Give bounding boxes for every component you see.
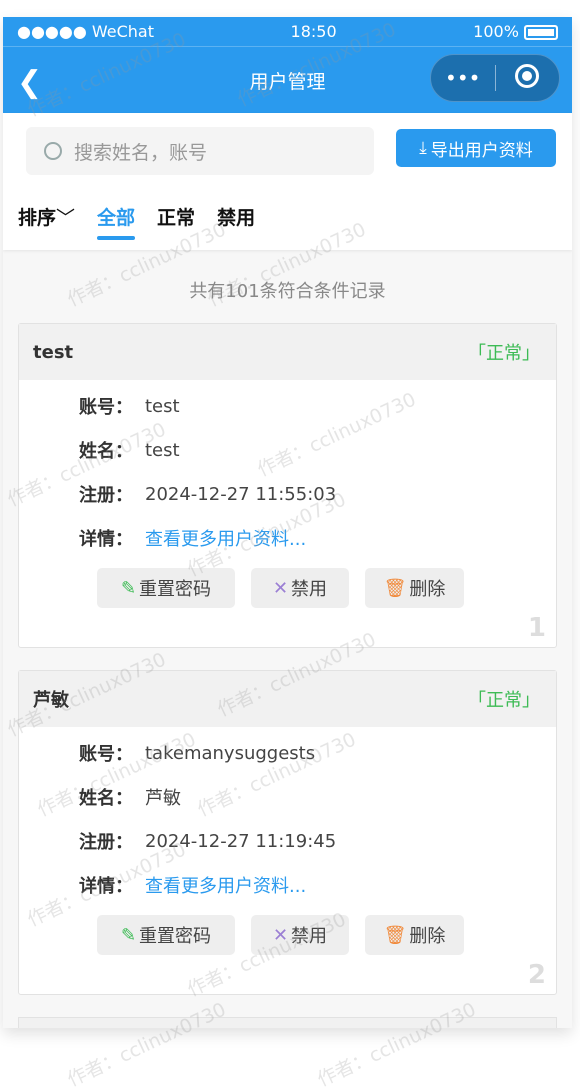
tab-bar: 排序﹀ 全部 正常 禁用 (18, 203, 255, 240)
export-button[interactable]: ⤓ 导出用户资料 (396, 129, 556, 167)
phone-screen: ●●●●● WeChat 18:50 100% ❮ 用户管理 ••• 搜索姓名，… (3, 17, 572, 1028)
trash-icon: 🗑 (383, 577, 407, 599)
record-count: 共有101条符合条件记录 (189, 281, 386, 302)
card-actions: ✎ 重置密码 ✕ 禁用 🗑 删除 (97, 915, 556, 955)
register-value: 2024-12-27 11:19:45 (145, 830, 337, 852)
edit-icon: ✎ (120, 924, 137, 946)
account-label: 账号： (79, 397, 133, 418)
clock: 18:50 (290, 22, 337, 41)
delete-label: 删除 (409, 579, 446, 600)
more-icon[interactable]: ••• (431, 66, 495, 90)
close-icon: ✕ (272, 577, 289, 599)
battery-icon (524, 25, 558, 40)
name-value: test (145, 439, 180, 461)
account-row: 账号： test (79, 384, 556, 428)
account-row: 账号： takemanysuggests (79, 731, 556, 775)
chevron-down-icon: ﹀ (56, 207, 76, 229)
search-icon (44, 142, 62, 160)
status-badge: 「正常」 (468, 343, 540, 364)
carrier-signal: ●●●●● WeChat (17, 22, 155, 41)
export-label: 导出用户资料 (430, 140, 533, 161)
account-value: test (145, 395, 180, 417)
detail-row: 详情： 查看更多用户资料... (79, 863, 556, 907)
card-actions: ✎ 重置密码 ✕ 禁用 🗑 删除 (97, 568, 556, 608)
name-row: 姓名： 芦敏 (79, 775, 556, 819)
status-bar: ●●●●● WeChat 18:50 100% (3, 17, 572, 47)
download-icon: ⤓ (419, 138, 427, 158)
filter-header: 搜索姓名，账号 ⤓ 导出用户资料 排序﹀ 全部 正常 禁用 (3, 113, 572, 250)
ban-button[interactable]: ✕ 禁用 (251, 915, 349, 955)
search-placeholder: 搜索姓名，账号 (74, 141, 208, 164)
tab-normal[interactable]: 正常 (157, 203, 195, 240)
nav-bar: ❮ 用户管理 ••• (3, 47, 572, 113)
card-header: 芦敏 「正常」 (19, 671, 556, 727)
delete-label: 删除 (409, 926, 446, 947)
name-row: 姓名： test (79, 428, 556, 472)
trash-icon: 🗑 (383, 924, 407, 946)
register-row: 注册： 2024-12-27 11:19:45 (79, 819, 556, 863)
reset-label: 重置密码 (139, 579, 212, 600)
battery: 100% (473, 22, 558, 41)
name-value: 芦敏 (145, 788, 181, 809)
register-value: 2024-12-27 11:55:03 (145, 483, 337, 505)
search-input[interactable]: 搜索姓名，账号 (26, 127, 374, 175)
card-index: 2 (527, 960, 546, 990)
battery-percent: 100% (473, 22, 519, 41)
reset-password-button[interactable]: ✎ 重置密码 (97, 568, 235, 608)
target-icon (515, 63, 540, 88)
delete-button[interactable]: 🗑 删除 (365, 568, 464, 608)
detail-link[interactable]: 查看更多用户资料... (145, 872, 306, 898)
account-label: 账号： (79, 744, 133, 765)
account-value: takemanysuggests (145, 742, 316, 764)
ban-button[interactable]: ✕ 禁用 (251, 568, 349, 608)
mini-program-capsule: ••• (430, 54, 560, 102)
edit-icon: ✎ (120, 577, 137, 599)
name-label: 姓名： (79, 441, 133, 462)
ban-label: 禁用 (291, 579, 328, 600)
tab-all[interactable]: 全部 (97, 203, 136, 240)
sort-label: 排序 (18, 207, 57, 229)
name-label: 姓名： (79, 788, 133, 809)
ban-label: 禁用 (291, 926, 328, 947)
detail-link[interactable]: 查看更多用户资料... (145, 525, 306, 551)
register-row: 注册： 2024-12-27 11:55:03 (79, 472, 556, 516)
delete-button[interactable]: 🗑 删除 (365, 915, 464, 955)
user-card-partial (18, 1017, 557, 1028)
detail-label: 详情： (79, 876, 133, 897)
user-card: test 「正常」 账号： test 姓名： test 注册： 2024-12-27 … (18, 323, 557, 648)
reset-password-button[interactable]: ✎ 重置密码 (97, 915, 235, 955)
card-index: 1 (527, 613, 546, 643)
user-title: test (33, 341, 74, 363)
status-badge: 「正常」 (468, 690, 540, 711)
close-icon: ✕ (272, 924, 289, 946)
close-program-button[interactable] (496, 63, 560, 93)
register-label: 注册： (79, 832, 133, 853)
detail-label: 详情： (79, 529, 133, 550)
register-label: 注册： (79, 485, 133, 506)
card-header: test 「正常」 (19, 324, 556, 380)
tab-banned[interactable]: 禁用 (217, 203, 255, 240)
detail-row: 详情： 查看更多用户资料... (79, 516, 556, 560)
sort-dropdown[interactable]: 排序﹀ (18, 203, 75, 240)
user-card: 芦敏 「正常」 账号： takemanysuggests 姓名： 芦敏 注册： 202… (18, 670, 557, 995)
user-title: 芦敏 (33, 690, 69, 711)
reset-label: 重置密码 (139, 926, 212, 947)
